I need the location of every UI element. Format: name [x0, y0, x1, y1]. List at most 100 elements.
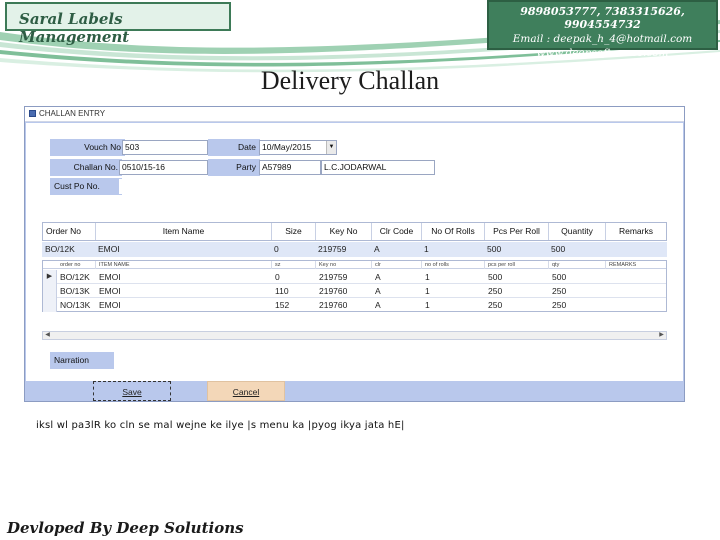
- sub-column-header: REMARKS: [609, 262, 637, 268]
- hindi-description: iksl wl pa3lR ko cln se mal wejne ke ily…: [36, 420, 405, 431]
- cell-clr-code: A: [375, 286, 381, 296]
- column-header[interactable]: Quantity: [549, 223, 606, 240]
- cell-quantity: 500: [552, 272, 567, 282]
- horizontal-scrollbar[interactable]: ◀ ▶: [42, 331, 667, 340]
- column-header[interactable]: Pcs Per Roll: [485, 223, 549, 240]
- window-titlebar: CHALLAN ENTRY: [25, 107, 684, 122]
- date-value: 10/May/2015: [262, 142, 312, 152]
- cust-po-field[interactable]: [119, 179, 208, 194]
- save-button[interactable]: Save: [93, 381, 171, 401]
- entry-no-of-rolls[interactable]: 1: [421, 242, 429, 257]
- sub-column-header: pcs per roll: [485, 261, 549, 269]
- entry-clr-code[interactable]: A: [371, 242, 380, 257]
- entry-key-no[interactable]: 219759: [315, 242, 346, 257]
- sub-column-header: sz: [272, 261, 316, 269]
- column-header[interactable]: Item Name: [96, 223, 272, 240]
- row-selector[interactable]: [43, 284, 57, 298]
- table-row[interactable]: NO/13K EMOI 152 219760 A 1 250 250: [43, 298, 666, 312]
- table-row[interactable]: BO/13K EMOI 110 219760 A 1 250 250: [43, 284, 666, 298]
- date-label: Date: [208, 139, 260, 156]
- row-selector[interactable]: [43, 298, 57, 312]
- cell-pcs-per-roll: 250: [488, 286, 503, 296]
- entry-pcs-per-roll[interactable]: 500: [484, 242, 501, 257]
- cell-pcs-per-roll: 500: [488, 272, 503, 282]
- cell-no-of-rolls: 1: [425, 272, 430, 282]
- entry-order-no[interactable]: BO/12K: [42, 242, 75, 257]
- save-button-label: Save: [122, 387, 142, 397]
- entry-remarks[interactable]: [605, 242, 608, 257]
- contact-website: www.deepsoftwares.com: [536, 47, 669, 59]
- narration-label: Narration: [50, 352, 114, 369]
- party-code-field[interactable]: A57989: [259, 160, 321, 175]
- cell-item-name: EMOI: [99, 272, 121, 282]
- chevron-down-icon[interactable]: ▼: [326, 141, 336, 154]
- cell-key-no: 219759: [319, 272, 348, 282]
- cell-size: 0: [275, 272, 280, 282]
- contact-box: 9898053777, 7383315626, 9904554732 Email…: [487, 0, 718, 59]
- cell-order-no: BO/13K: [60, 286, 90, 296]
- cell-size: 110: [275, 286, 289, 296]
- form-panel: Vouch No 503 Date 10/May/2015 ▼ Challan …: [26, 123, 683, 381]
- cell-remarks: [606, 284, 609, 298]
- cell-no-of-rolls: 1: [425, 286, 430, 296]
- app-title: Saral Labels Management: [19, 10, 130, 46]
- sub-column-header: clr: [372, 261, 422, 269]
- cell-clr-code: A: [375, 272, 381, 282]
- challan-no-label: Challan No.: [50, 159, 122, 176]
- vouch-no-label: Vouch No: [50, 139, 125, 156]
- entry-quantity[interactable]: 500: [548, 242, 565, 257]
- cell-item-name: EMOI: [99, 300, 121, 310]
- column-header[interactable]: Size: [272, 223, 316, 240]
- cell-clr-code: A: [375, 300, 381, 310]
- column-header[interactable]: No Of Rolls: [422, 223, 485, 240]
- party-label: Party: [208, 159, 260, 176]
- cell-quantity: 250: [552, 300, 567, 310]
- cancel-button[interactable]: Cancel: [207, 381, 285, 401]
- column-header[interactable]: Remarks: [606, 223, 666, 240]
- column-header[interactable]: Key No: [316, 223, 372, 240]
- items-list: order no ITEM NAME sz Key no clr no of r…: [42, 260, 667, 312]
- cust-po-label: Cust Po No.: [50, 178, 122, 195]
- page-title: Delivery Challan: [260, 66, 440, 95]
- party-name-field[interactable]: L.C.JODARWAL: [321, 160, 435, 175]
- window-app-icon: [29, 110, 36, 118]
- challan-no-field[interactable]: 0510/15-16: [119, 160, 208, 175]
- date-picker[interactable]: 10/May/2015 ▼: [259, 140, 337, 155]
- vouch-no-field[interactable]: 503: [122, 140, 208, 155]
- cell-remarks: [606, 298, 609, 312]
- sub-column-header: qty: [549, 261, 606, 269]
- table-row[interactable]: ▶ BO/12K EMOI 0 219759 A 1 500 500: [43, 270, 666, 284]
- cell-order-no: NO/13K: [60, 300, 91, 310]
- window-title: CHALLAN ENTRY: [39, 109, 106, 118]
- narration-field[interactable]: [114, 353, 316, 368]
- entry-row[interactable]: BO/12K EMOI 0 219759 A 1 500 500: [42, 242, 667, 257]
- items-list-header: order no ITEM NAME sz Key no clr no of r…: [43, 261, 666, 269]
- cell-remarks: [606, 270, 609, 284]
- sub-column-header: ITEM NAME: [96, 261, 272, 269]
- contact-phones: 9898053777, 7383315626, 9904554732: [520, 5, 685, 31]
- app-title-box: Saral Labels Management: [5, 2, 231, 46]
- contact-email: Email : deepak_h_4@hotmail.com: [512, 33, 693, 45]
- sub-column-header: Key no: [316, 261, 372, 269]
- challan-entry-window: CHALLAN ENTRY Vouch No 503 Date 10/May/2…: [24, 106, 685, 402]
- cell-key-no: 219760: [319, 286, 348, 296]
- scroll-right-icon[interactable]: ▶: [657, 332, 666, 339]
- cell-size: 152: [275, 300, 290, 310]
- cell-quantity: 250: [552, 286, 567, 296]
- grid-header: Order No Item Name Size Key No Clr Code …: [42, 222, 667, 241]
- scroll-left-icon[interactable]: ◀: [43, 332, 52, 339]
- column-header[interactable]: Order No: [43, 223, 96, 240]
- sub-column-header: no of rolls: [422, 261, 485, 269]
- cell-key-no: 219760: [319, 300, 348, 310]
- cancel-button-label: Cancel: [232, 387, 260, 397]
- entry-size[interactable]: 0: [271, 242, 279, 257]
- entry-item-name[interactable]: EMOI: [95, 242, 120, 257]
- cell-item-name: EMOI: [99, 286, 121, 296]
- column-header[interactable]: Clr Code: [372, 223, 422, 240]
- cell-no-of-rolls: 1: [425, 300, 430, 310]
- row-selector-icon[interactable]: ▶: [43, 270, 57, 284]
- cell-pcs-per-roll: 250: [488, 300, 503, 310]
- cell-order-no: BO/12K: [60, 272, 90, 282]
- sub-column-header: order no: [57, 261, 96, 269]
- footer-credit: Devloped By Deep Solutions: [7, 519, 244, 537]
